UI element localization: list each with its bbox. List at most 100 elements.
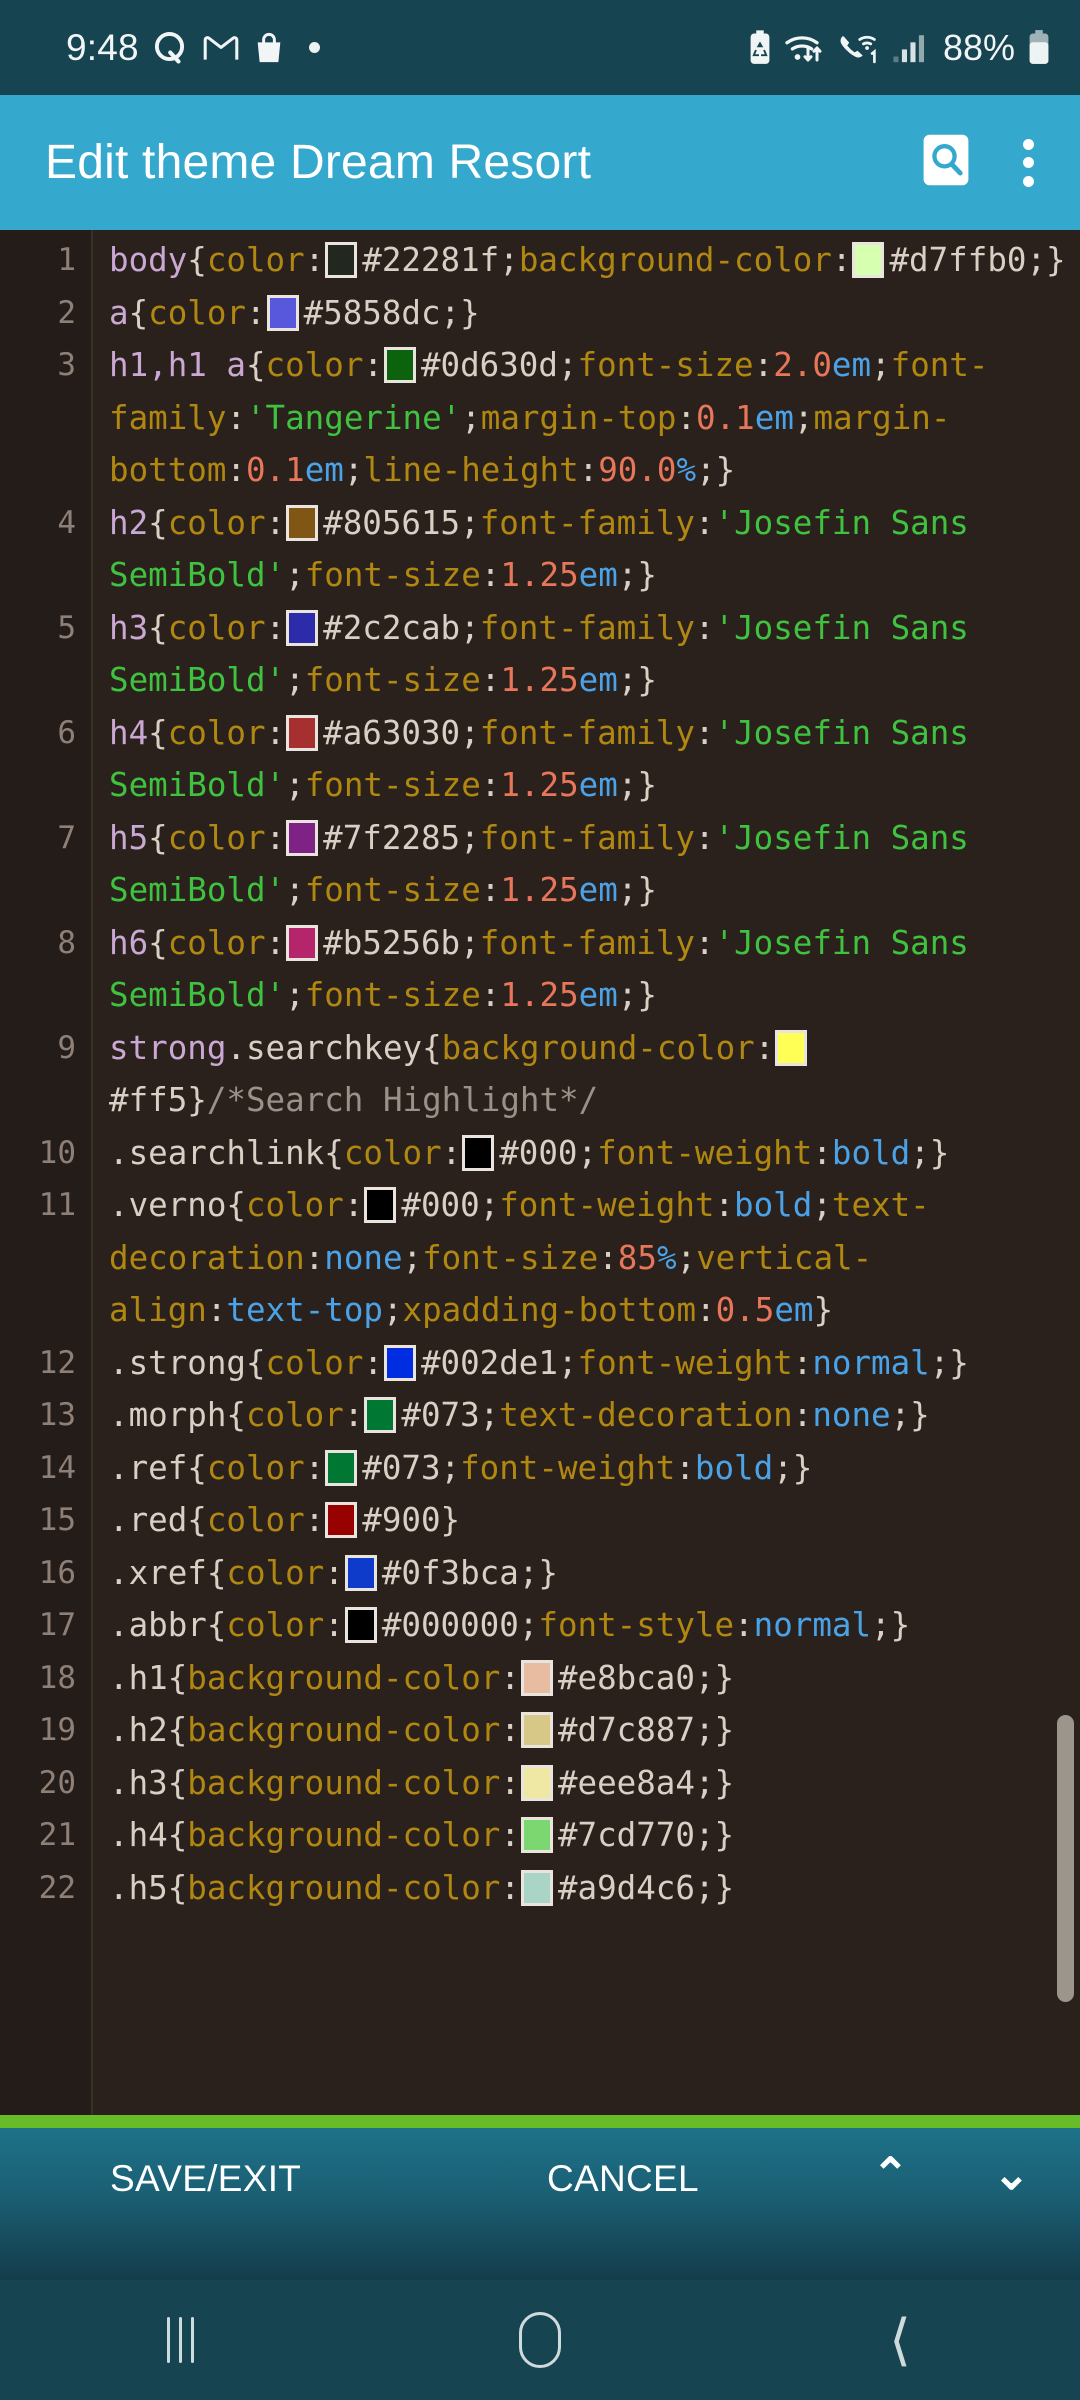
code-line[interactable]: 11 .verno{color: #000;font-weight:bold;tex…	[0, 1179, 1080, 1337]
code-line[interactable]: 14 .ref{color: #073;font-weight:bold;}	[0, 1442, 1080, 1495]
code-line-source[interactable]: .searchlink{color: #000;font-weight:bold;…	[93, 1127, 1080, 1180]
code-line[interactable]: 10 .searchlink{color: #000;font-weight:bol…	[0, 1127, 1080, 1180]
code-line-source[interactable]: .morph{color: #073;text-decoration:none;}	[93, 1389, 1080, 1442]
color-swatch-icon[interactable]	[520, 1869, 553, 1906]
overflow-menu-button[interactable]	[1018, 133, 1038, 193]
save-exit-button[interactable]: SAVE/EXIT	[110, 2158, 301, 2200]
code-line-source[interactable]: h5{color: #7f2285;font-family:'Josefin Sa…	[93, 812, 1080, 917]
color-swatch-icon[interactable]	[364, 1397, 397, 1433]
code-line-source[interactable]: strong.searchkey{background-color: #ff5}/…	[93, 1022, 1080, 1127]
code-line-source[interactable]: .h5{background-color: #a9d4c6;}	[93, 1862, 1080, 1915]
code-token: .h3{	[109, 1763, 188, 1802]
code-line-source[interactable]: .ref{color: #073;font-weight:bold;}	[93, 1442, 1080, 1495]
code-line[interactable]: 1 body{color: #22281f;background-color: #d7…	[0, 234, 1080, 287]
code-token: font-family	[479, 713, 695, 752]
code-line[interactable]: 4 h2{color: #805615;font-family:'Josefin S…	[0, 497, 1080, 602]
css-code-editor[interactable]: 1 body{color: #22281f;background-color: #d7…	[0, 230, 1080, 2115]
code-line-source[interactable]: .red{color: #900}	[93, 1494, 1080, 1547]
color-swatch-icon[interactable]	[852, 242, 885, 278]
code-token: normal	[812, 1343, 930, 1382]
code-line-source[interactable]: .h1{background-color: #e8bca0;}	[93, 1652, 1080, 1705]
code-line-source[interactable]: .abbr{color: #000000;font-style:normal;}	[93, 1599, 1080, 1652]
back-button[interactable]: ⟨	[720, 2312, 1080, 2368]
color-swatch-icon[interactable]	[286, 609, 319, 646]
search-button[interactable]	[920, 134, 972, 192]
color-swatch-icon[interactable]	[383, 1344, 416, 1381]
code-token: color	[343, 1133, 442, 1172]
status-bar-right: 88%	[747, 27, 1052, 69]
code-token: :	[343, 1186, 364, 1224]
code-line-source[interactable]: .verno{color: #000;font-weight:bold;text-…	[93, 1179, 1080, 1337]
code-line[interactable]: 17 .abbr{color: #000000;font-style:normal;…	[0, 1599, 1080, 1652]
color-swatch-icon[interactable]	[462, 1134, 495, 1171]
scroll-up-button[interactable]: ⌃	[872, 2150, 909, 2200]
code-line-source[interactable]: h3{color: #2c2cab;font-family:'Josefin Sa…	[93, 602, 1080, 707]
code-line[interactable]: 2 a{color: #5858dc;}	[0, 287, 1080, 340]
color-swatch-icon[interactable]	[286, 504, 319, 541]
code-line[interactable]: 7 h5{color: #7f2285;font-family:'Josefin S…	[0, 812, 1080, 917]
home-button[interactable]	[360, 2312, 720, 2368]
code-line[interactable]: 18 .h1{background-color: #e8bca0;}	[0, 1652, 1080, 1705]
color-swatch-icon[interactable]	[325, 242, 358, 278]
color-swatch-icon[interactable]	[520, 1659, 553, 1696]
code-line-source[interactable]: .h2{background-color: #d7c887;}	[93, 1704, 1080, 1757]
scroll-down-button[interactable]: ⌄	[993, 2150, 1030, 2200]
code-token: #7cd770;	[557, 1816, 715, 1854]
code-line[interactable]: 5 h3{color: #2c2cab;font-family:'Josefin S…	[0, 602, 1080, 707]
code-line-source[interactable]: h2{color: #805615;font-family:'Josefin Sa…	[93, 497, 1080, 602]
cancel-button[interactable]: CANCEL	[547, 2158, 699, 2200]
code-token: xpadding-bottom	[402, 1291, 697, 1329]
code-line[interactable]: 3 h1,h1 a{color: #0d630d;font-size:2.0em;f…	[0, 339, 1080, 497]
color-swatch-icon[interactable]	[364, 1187, 397, 1223]
gmail-icon	[203, 34, 239, 62]
code-line[interactable]: 12 .strong{color: #002de1;font-weight:norm…	[0, 1337, 1080, 1390]
color-swatch-icon[interactable]	[520, 1764, 553, 1801]
code-line-source[interactable]: body{color: #22281f;background-color: #d7f…	[93, 234, 1080, 287]
code-line[interactable]: 6 h4{color: #a63030;font-family:'Josefin S…	[0, 707, 1080, 812]
code-token: 1.25	[500, 976, 579, 1014]
color-swatch-icon[interactable]	[325, 1502, 358, 1538]
code-line[interactable]: 16 .xref{color: #0f3bca;}	[0, 1547, 1080, 1600]
line-number: 5	[57, 609, 76, 646]
code-line-source[interactable]: .h3{background-color: #eee8a4;}	[93, 1757, 1080, 1810]
color-swatch-icon[interactable]	[266, 294, 299, 331]
color-swatch-icon[interactable]	[775, 1029, 808, 1066]
color-swatch-icon[interactable]	[286, 924, 319, 961]
code-token: }	[538, 1553, 558, 1592]
color-swatch-icon[interactable]	[344, 1607, 377, 1643]
code-token: :	[500, 1711, 520, 1749]
code-line[interactable]: 13 .morph{color: #073;text-decoration:none…	[0, 1389, 1080, 1442]
code-line-source[interactable]: h1,h1 a{color: #0d630d;font-size:2.0em;fo…	[93, 339, 1080, 497]
line-number: 18	[38, 1659, 76, 1696]
code-line[interactable]: 22 .h5{background-color: #a9d4c6;}	[0, 1862, 1080, 1915]
code-line[interactable]: 21 .h4{background-color: #7cd770;}	[0, 1809, 1080, 1862]
color-swatch-icon[interactable]	[325, 1449, 358, 1486]
code-token: #002de1;	[420, 1343, 578, 1382]
code-line[interactable]: 9 strong.searchkey{background-color: #ff5}…	[0, 1022, 1080, 1127]
code-line-source[interactable]: h4{color: #a63030;font-family:'Josefin Sa…	[93, 707, 1080, 812]
line-number: 17	[38, 1607, 76, 1643]
color-swatch-icon[interactable]	[286, 819, 319, 856]
code-line-source[interactable]: h6{color: #b5256b;font-family:'Josefin Sa…	[93, 917, 1080, 1022]
color-swatch-icon[interactable]	[520, 1817, 553, 1853]
code-line[interactable]: 15 .red{color: #900}	[0, 1494, 1080, 1547]
code-line[interactable]: 19 .h2{background-color: #d7c887;}	[0, 1704, 1080, 1757]
code-line-source[interactable]: .xref{color: #0f3bca;}	[93, 1547, 1080, 1600]
code-content[interactable]: 1 body{color: #22281f;background-color: #d7…	[0, 230, 1080, 1914]
code-line[interactable]: 8 h6{color: #b5256b;font-family:'Josefin S…	[0, 917, 1080, 1022]
code-line-source[interactable]: a{color: #5858dc;}	[93, 287, 1080, 340]
color-swatch-icon[interactable]	[344, 1554, 377, 1591]
code-line-source[interactable]: .strong{color: #002de1;font-weight:normal…	[93, 1337, 1080, 1390]
page-title: Edit theme Dream Resort	[45, 136, 592, 189]
editor-scrollbar[interactable]	[1057, 1715, 1074, 2002]
code-token: color	[167, 923, 266, 962]
color-swatch-icon[interactable]	[383, 347, 416, 383]
color-swatch-icon[interactable]	[286, 714, 319, 751]
code-token: ;}	[890, 1396, 930, 1434]
recents-button[interactable]	[0, 2317, 360, 2363]
code-line[interactable]: 20 .h3{background-color: #eee8a4;}	[0, 1757, 1080, 1810]
code-line-source[interactable]: .h4{background-color: #7cd770;}	[93, 1809, 1080, 1862]
color-swatch-icon[interactable]	[520, 1712, 553, 1748]
signal-bars-icon	[892, 32, 926, 64]
code-token: :	[500, 1816, 520, 1854]
